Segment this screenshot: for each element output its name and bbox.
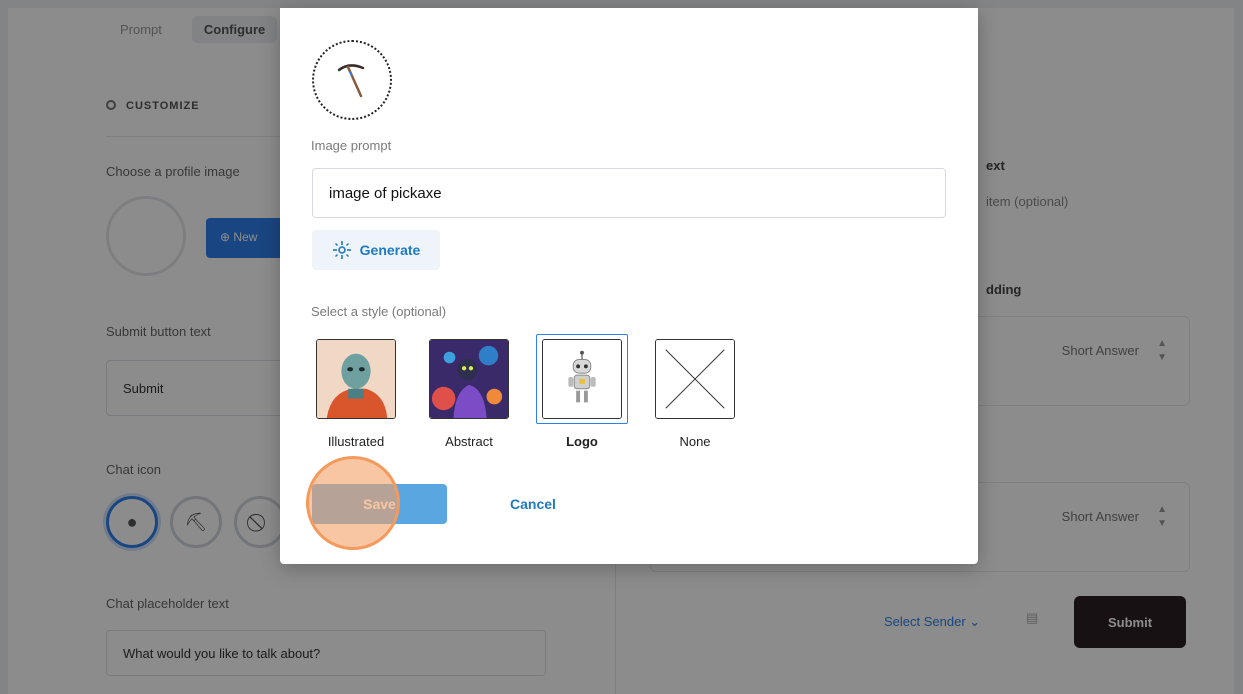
style-option-illustrated[interactable]: Illustrated [310, 334, 402, 449]
no-style-icon [655, 339, 735, 419]
save-button[interactable]: Save [312, 484, 447, 524]
style-caption-abstract: Abstract [445, 434, 493, 449]
style-select-label: Select a style (optional) [311, 304, 447, 319]
generate-button[interactable]: Generate [312, 230, 440, 270]
style-option-none[interactable]: None [649, 334, 741, 449]
abstract-style-image [429, 339, 509, 419]
style-caption-illustrated: Illustrated [327, 434, 385, 449]
generate-button-label: Generate [359, 242, 421, 258]
image-prompt-input[interactable] [312, 168, 946, 218]
pickaxe-icon [337, 64, 365, 98]
profile-image-preview [312, 40, 392, 120]
style-thumb-frame [536, 334, 628, 424]
image-generator-modal: Image prompt Generate Select a style (op… [280, 8, 978, 564]
illustrated-style-image [316, 339, 396, 419]
image-prompt-label: Image prompt [311, 138, 392, 153]
style-thumb-frame [310, 334, 402, 424]
style-option-logo[interactable]: Logo [536, 334, 628, 449]
style-caption-logo: Logo [566, 434, 598, 449]
style-thumb-frame [423, 334, 515, 424]
style-thumb-frame [649, 334, 741, 424]
sparkle-icon [332, 241, 351, 259]
style-caption-none: None [679, 434, 711, 449]
logo-style-image [542, 339, 622, 419]
cancel-button[interactable]: Cancel [488, 484, 578, 524]
style-option-abstract[interactable]: Abstract [423, 334, 515, 449]
